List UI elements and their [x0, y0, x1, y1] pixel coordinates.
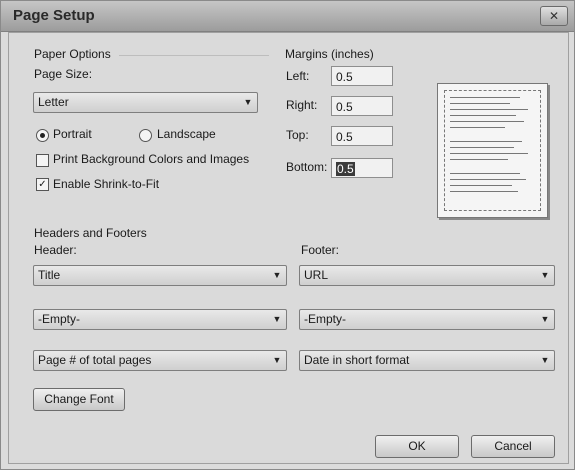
chevron-down-icon: ▼ — [272, 314, 282, 324]
ok-button[interactable]: OK — [375, 435, 459, 458]
preview-line — [450, 97, 520, 98]
shrink-to-fit-label: Enable Shrink-to-Fit — [53, 177, 160, 191]
header-select-2[interactable]: -Empty- ▼ — [33, 309, 287, 330]
print-background-checkbox[interactable] — [36, 154, 49, 167]
paper-options-heading: Paper Options — [34, 47, 111, 61]
footer-select-2[interactable]: -Empty- ▼ — [299, 309, 555, 330]
preview-line — [450, 121, 524, 122]
chevron-down-icon: ▼ — [243, 97, 253, 107]
right-margin-label: Right: — [286, 98, 318, 112]
bottom-margin-value: 0.5 — [336, 162, 355, 176]
header-select-3-value: Page # of total pages — [38, 353, 152, 367]
footer-select-2-value: -Empty- — [304, 312, 346, 326]
top-margin-input[interactable]: 0.5 — [331, 126, 393, 146]
portrait-radio[interactable] — [36, 129, 49, 142]
header-select-1[interactable]: Title ▼ — [33, 265, 287, 286]
headers-footers-heading: Headers and Footers — [34, 226, 147, 240]
page-preview — [437, 83, 548, 218]
preview-line — [450, 185, 512, 186]
preview-line — [450, 153, 528, 154]
close-button[interactable]: ✕ — [540, 6, 568, 26]
page-preview-margins — [444, 90, 541, 211]
landscape-label: Landscape — [157, 127, 216, 141]
chevron-down-icon: ▼ — [272, 355, 282, 365]
divider — [119, 55, 269, 56]
page-size-value: Letter — [38, 95, 69, 109]
preview-line — [450, 109, 528, 110]
page-size-select[interactable]: Letter ▼ — [33, 92, 258, 113]
page-size-label: Page Size: — [34, 67, 93, 81]
footer-select-1[interactable]: URL ▼ — [299, 265, 555, 286]
preview-line — [450, 159, 508, 160]
portrait-label: Portrait — [53, 127, 92, 141]
bottom-margin-input[interactable]: 0.5 — [331, 158, 393, 178]
preview-line — [450, 191, 518, 192]
preview-line — [450, 179, 526, 180]
footer-label: Footer: — [301, 243, 340, 257]
left-margin-label: Left: — [286, 69, 310, 83]
header-label: Header: — [34, 243, 77, 257]
top-margin-label: Top: — [286, 128, 309, 142]
title-bar[interactable]: Page Setup ✕ — [1, 1, 574, 32]
bottom-margin-label: Bottom: — [286, 160, 328, 174]
footer-select-3-value: Date in short format — [304, 353, 410, 367]
change-font-button[interactable]: Change Font — [33, 388, 125, 411]
header-select-2-value: -Empty- — [38, 312, 80, 326]
preview-line — [450, 173, 520, 174]
dialog-body: Paper Options Page Size: Letter ▼ Portra… — [8, 32, 569, 464]
header-select-3[interactable]: Page # of total pages ▼ — [33, 350, 287, 371]
page-setup-dialog: Page Setup ✕ Paper Options Page Size: Le… — [0, 0, 575, 470]
preview-line — [450, 103, 510, 104]
header-select-1-value: Title — [38, 268, 61, 282]
chevron-down-icon: ▼ — [272, 270, 282, 280]
print-background-label: Print Background Colors and Images — [53, 152, 250, 166]
cancel-button[interactable]: Cancel — [471, 435, 555, 458]
right-margin-input[interactable]: 0.5 — [331, 96, 393, 116]
landscape-radio[interactable] — [139, 129, 152, 142]
chevron-down-icon: ▼ — [540, 314, 550, 324]
footer-select-3[interactable]: Date in short format ▼ — [299, 350, 555, 371]
chevron-down-icon: ▼ — [540, 355, 550, 365]
footer-select-1-value: URL — [304, 268, 329, 282]
dialog-title: Page Setup — [13, 7, 95, 24]
preview-line — [450, 141, 522, 142]
shrink-to-fit-checkbox[interactable]: ✓ — [36, 178, 49, 191]
margins-heading: Margins (inches) — [285, 47, 374, 61]
chevron-down-icon: ▼ — [540, 270, 550, 280]
preview-line — [450, 147, 514, 148]
preview-line — [450, 127, 505, 128]
left-margin-input[interactable]: 0.5 — [331, 66, 393, 86]
preview-line — [450, 115, 516, 116]
